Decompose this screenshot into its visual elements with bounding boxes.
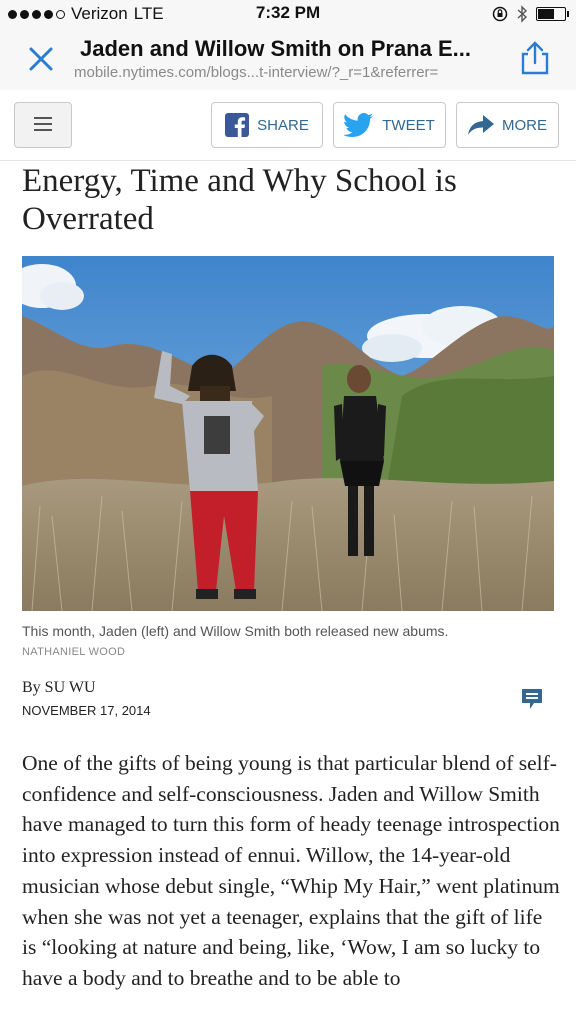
article-toolbar: SHARE TWEET MORE xyxy=(0,90,576,161)
more-label: MORE xyxy=(502,116,547,134)
browser-bar: Jaden and Willow Smith on Prana E... mob… xyxy=(0,28,576,91)
share-label: SHARE xyxy=(257,116,309,134)
twitter-bird-icon xyxy=(344,113,374,137)
article-body: One of the gifts of being young is that … xyxy=(22,751,560,990)
facebook-icon xyxy=(225,113,250,137)
tweet-button[interactable]: TWEET xyxy=(333,102,446,148)
bluetooth-icon xyxy=(517,5,528,23)
orientation-lock-icon xyxy=(492,6,508,22)
article-date: NOVEMBER 17, 2014 xyxy=(22,703,151,718)
article-byline[interactable]: By SU WU xyxy=(22,679,96,697)
photo-image xyxy=(22,256,554,611)
page-title: Jaden and Willow Smith on Prana E... xyxy=(80,36,471,61)
battery-icon xyxy=(536,7,569,21)
photo-credit: NATHANIEL WOOD xyxy=(22,646,126,658)
status-bar: Verizon LTE 7:32 PM xyxy=(0,0,576,28)
status-time: 7:32 PM xyxy=(255,3,321,22)
facebook-share-button[interactable]: SHARE xyxy=(211,102,323,148)
article-headline: Energy, Time and Why School is Overrated xyxy=(22,163,457,237)
page-url[interactable]: mobile.nytimes.com/blogs...t-interview/?… xyxy=(74,64,504,81)
share-icon[interactable] xyxy=(518,40,552,76)
more-share-button[interactable]: MORE xyxy=(456,102,559,148)
tweet-label: TWEET xyxy=(382,116,435,134)
status-icons xyxy=(492,5,569,23)
photo-caption: This month, Jaden (left) and Willow Smit… xyxy=(22,623,449,639)
article-photo[interactable] xyxy=(22,256,554,611)
comment-icon[interactable] xyxy=(520,687,544,711)
close-icon[interactable] xyxy=(26,44,56,74)
forward-arrow-icon xyxy=(468,115,494,135)
menu-button[interactable] xyxy=(14,102,72,148)
hamburger-icon xyxy=(34,117,52,119)
